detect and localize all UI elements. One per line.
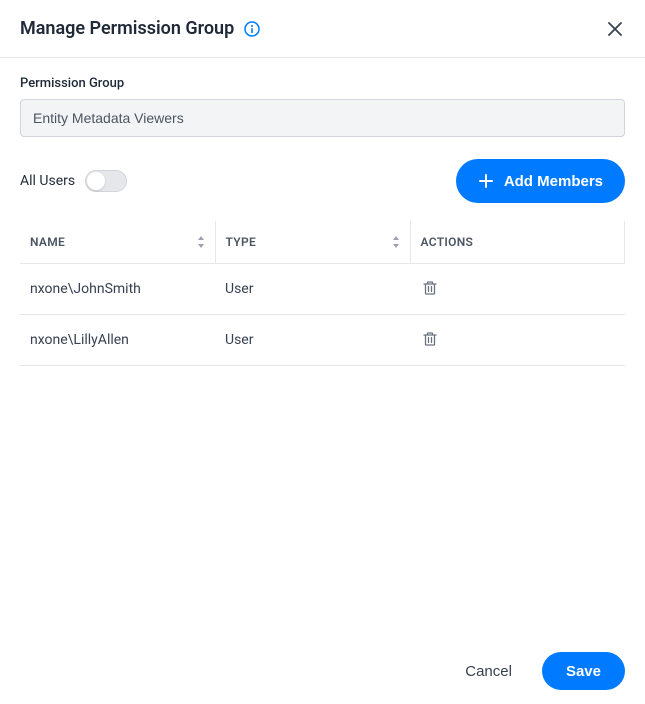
member-actions-cell: [410, 315, 625, 366]
modal-header: Manage Permission Group: [0, 0, 645, 58]
close-button[interactable]: [605, 19, 625, 39]
info-icon[interactable]: [244, 21, 260, 37]
column-header-name[interactable]: NAME: [20, 221, 215, 264]
all-users-wrap: All Users: [20, 170, 127, 192]
sort-icon: [197, 236, 205, 248]
column-header-actions-label: ACTIONS: [421, 235, 474, 249]
column-header-actions: ACTIONS: [410, 221, 625, 264]
modal-body: Permission Group All Users Add Members N…: [0, 58, 645, 384]
trash-icon: [422, 280, 438, 296]
add-members-label: Add Members: [504, 173, 603, 190]
close-icon: [608, 22, 622, 36]
members-table: NAME TYPE: [20, 221, 625, 366]
all-users-label: All Users: [20, 173, 75, 189]
plus-icon: [478, 173, 494, 189]
toggle-thumb: [87, 172, 105, 190]
toolbar-row: All Users Add Members: [20, 159, 625, 203]
column-header-type-label: TYPE: [226, 235, 257, 249]
cancel-button[interactable]: Cancel: [455, 655, 522, 688]
trash-icon: [422, 331, 438, 347]
modal-footer: Cancel Save: [455, 652, 625, 690]
table-row: nxone\JohnSmith User: [20, 264, 625, 315]
sort-icon: [392, 236, 400, 248]
save-button[interactable]: Save: [542, 652, 625, 690]
permission-group-label: Permission Group: [20, 76, 625, 91]
modal-title: Manage Permission Group: [20, 18, 234, 39]
table-row: nxone\LillyAllen User: [20, 315, 625, 366]
all-users-toggle[interactable]: [85, 170, 127, 192]
delete-member-button[interactable]: [420, 278, 440, 298]
member-actions-cell: [410, 264, 625, 315]
member-type-cell: User: [215, 315, 410, 366]
add-members-button[interactable]: Add Members: [456, 159, 625, 203]
column-header-type[interactable]: TYPE: [215, 221, 410, 264]
member-name-cell: nxone\JohnSmith: [20, 264, 215, 315]
modal-title-wrap: Manage Permission Group: [20, 18, 260, 39]
member-type-cell: User: [215, 264, 410, 315]
column-header-name-label: NAME: [30, 235, 65, 249]
member-name-cell: nxone\LillyAllen: [20, 315, 215, 366]
delete-member-button[interactable]: [420, 329, 440, 349]
permission-group-input[interactable]: [20, 99, 625, 137]
